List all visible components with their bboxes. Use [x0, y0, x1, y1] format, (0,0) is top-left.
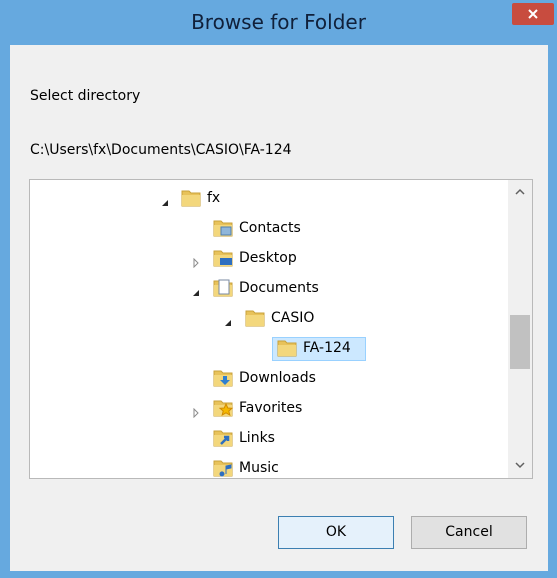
cancel-button[interactable]: Cancel — [411, 516, 527, 549]
tree-item[interactable]: Documents — [30, 274, 508, 302]
tree-item[interactable]: Favorites — [30, 394, 508, 422]
title-bar: Browse for Folder — [0, 0, 557, 45]
chevron-down-icon — [515, 462, 525, 469]
scroll-down-button[interactable] — [508, 454, 532, 478]
chevron-up-icon — [515, 188, 525, 195]
tree-item-label: FA-124 — [303, 340, 351, 356]
tree-item[interactable]: fx — [30, 184, 508, 212]
vertical-scrollbar[interactable] — [508, 180, 532, 478]
folder-tree-items: fx Contacts Desktop Documents CASIO FA-124 Dow… — [30, 180, 508, 478]
contacts-folder-icon — [212, 218, 234, 238]
tree-item-label: Downloads — [239, 370, 316, 386]
desktop-folder-icon — [212, 248, 234, 268]
close-icon — [528, 9, 538, 19]
expanded-arrow-icon[interactable] — [223, 313, 233, 326]
ok-button[interactable]: OK — [278, 516, 394, 549]
folder-tree[interactable]: fx Contacts Desktop Documents CASIO FA-124 Dow… — [29, 179, 533, 479]
expanded-arrow-icon[interactable] — [191, 283, 201, 296]
tree-item[interactable]: Downloads — [30, 364, 508, 392]
collapsed-arrow-icon[interactable] — [191, 253, 201, 269]
folder-icon — [180, 188, 202, 208]
close-button[interactable] — [512, 3, 554, 25]
window-title: Browse for Folder — [191, 10, 366, 34]
tree-item[interactable]: FA-124 — [30, 334, 508, 362]
tree-item-label: Links — [239, 430, 275, 446]
scroll-up-button[interactable] — [508, 180, 532, 204]
downloads-folder-icon — [212, 368, 234, 388]
scroll-thumb[interactable] — [510, 315, 530, 369]
tree-item-label: CASIO — [271, 310, 315, 326]
tree-item[interactable]: CASIO — [30, 304, 508, 332]
tree-item-label: Music — [239, 460, 279, 476]
folder-icon — [276, 338, 298, 358]
tree-item[interactable]: Music — [30, 454, 508, 478]
tree-item-label: Favorites — [239, 400, 303, 416]
folder-icon — [244, 308, 266, 328]
collapsed-arrow-icon[interactable] — [191, 403, 201, 419]
instruction-text: Select directory — [30, 88, 141, 104]
links-folder-icon — [212, 428, 234, 448]
tree-item-label: Desktop — [239, 250, 297, 266]
tree-item[interactable]: Links — [30, 424, 508, 452]
favorites-folder-icon — [212, 398, 234, 418]
tree-item[interactable]: Desktop — [30, 244, 508, 272]
music-folder-icon — [212, 458, 234, 478]
tree-item[interactable]: Contacts — [30, 214, 508, 242]
tree-item-label: Contacts — [239, 220, 301, 236]
tree-item-label: Documents — [239, 280, 319, 296]
expanded-arrow-icon[interactable] — [160, 193, 170, 206]
documents-folder-icon — [212, 278, 234, 298]
browse-for-folder-dialog: Browse for Folder Select directory C:\Us… — [0, 0, 557, 578]
tree-item-label: fx — [207, 190, 221, 206]
current-path: C:\Users\fx\Documents\CASIO\FA-124 — [30, 142, 292, 158]
